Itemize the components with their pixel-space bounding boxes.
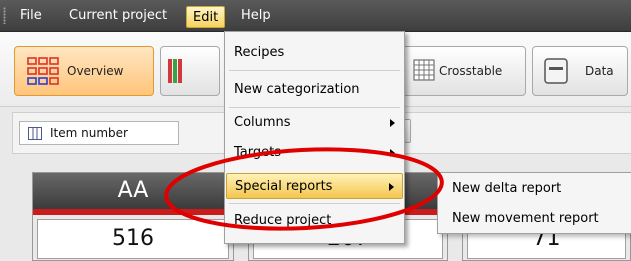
menu-item-new-categorization[interactable]: New categorization [226,77,403,103]
menu-item-new-movement-report[interactable]: New movement report [438,205,628,233]
tab-crosstable[interactable]: Crosstable [398,46,526,96]
menu-item-targets[interactable]: Targets [226,140,403,166]
menu-item-label: New categorization [234,82,360,97]
card-header: AA [33,173,233,209]
menu-separator [229,107,400,108]
menu-item-label: Reduce project [234,213,332,228]
edit-menu-dropdown: Recipes New categorization Columns Targe… [224,31,405,244]
menu-separator [229,70,400,71]
summary-card[interactable]: AA 516 [32,172,234,261]
menu-item-recipes[interactable]: Recipes [226,40,403,66]
tab-overview-label: Overview [67,64,124,78]
submenu-arrow-icon [389,183,394,191]
menu-item-label: Special reports [235,179,333,194]
submenu-arrow-icon [390,149,395,157]
menu-item-special-reports[interactable]: Special reports [226,173,403,199]
menu-separator [229,203,400,204]
menu-help[interactable]: Help [235,0,277,31]
menu-item-label: Recipes [234,45,285,60]
tab-chart[interactable] [160,46,220,96]
data-icon [544,58,568,84]
menu-item-reduce-project[interactable]: Reduce project [226,208,403,234]
menu-item-label: Targets [234,145,281,160]
tab-data[interactable]: Data [532,46,628,96]
menubar-grip-icon [3,7,6,24]
item-number-combo-value: Item number [50,126,128,140]
tab-overview[interactable]: Overview [14,46,154,96]
overview-grid-icon [27,57,59,85]
card-red-bar [33,209,233,215]
crosstable-icon [413,59,435,81]
menu-item-new-delta-report[interactable]: New delta report [438,175,628,203]
menu-edit[interactable]: Edit [186,6,226,28]
special-reports-submenu: New delta report New movement report [437,172,631,234]
menu-bar: File Current project Edit Help [0,0,631,32]
card-value: 516 [37,219,229,259]
menu-current-project[interactable]: Current project [63,0,173,31]
menu-file[interactable]: File [14,0,48,31]
chart-icon [168,59,182,83]
menu-item-columns[interactable]: Columns [226,110,403,136]
submenu-arrow-icon [390,119,395,127]
item-number-combo[interactable]: Item number [19,121,179,145]
tab-crosstable-label: Crosstable [439,64,503,78]
menu-item-label: Columns [234,115,291,130]
columns-icon [28,127,42,140]
tab-data-label: Data [585,64,614,78]
